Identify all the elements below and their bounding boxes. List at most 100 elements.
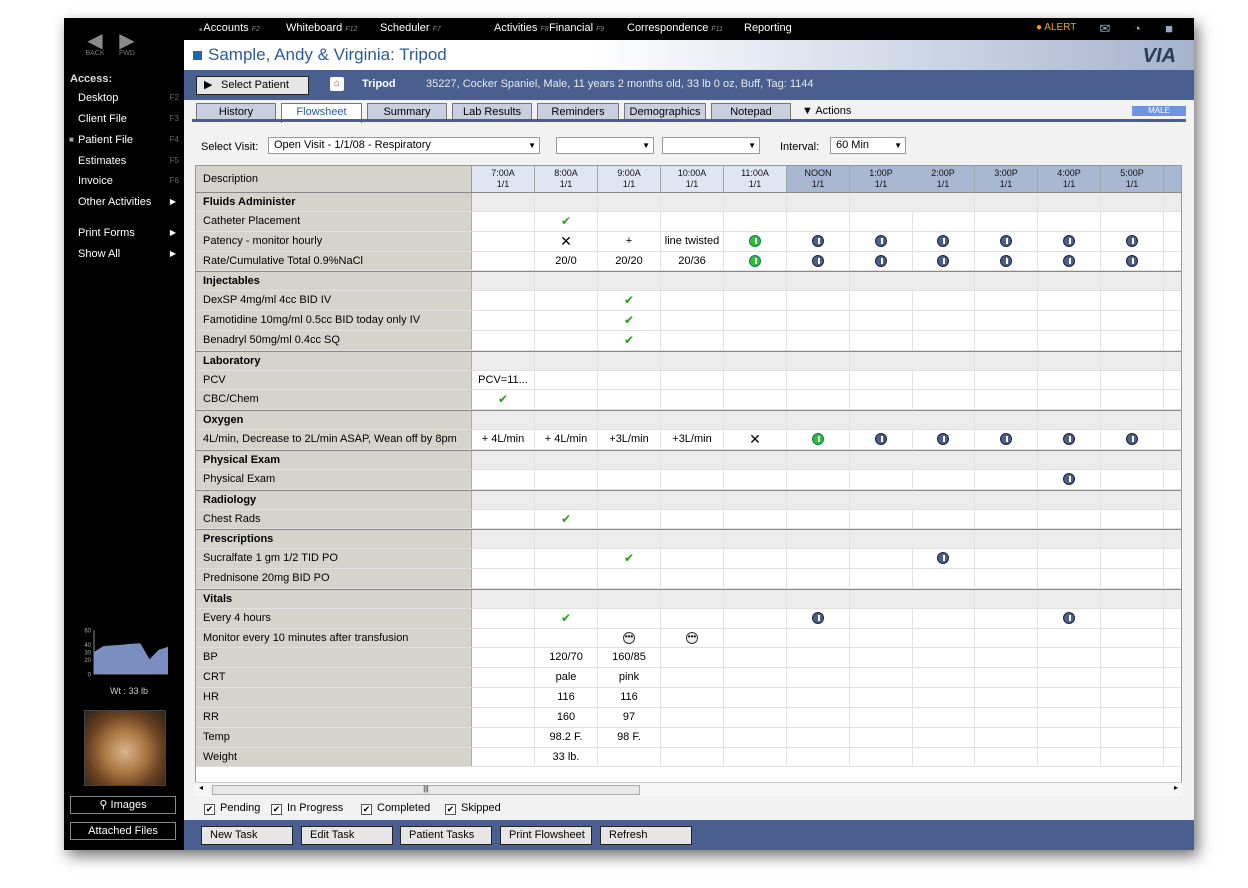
task-cell[interactable] [787, 747, 850, 767]
task-row[interactable]: 4L/min, Decrease to 2L/min ASAP, Wean of… [196, 430, 1181, 450]
task-cell[interactable]: 116 [598, 688, 661, 707]
task-cell[interactable] [1164, 688, 1181, 707]
task-cell[interactable] [1164, 569, 1181, 588]
sidebar-item-show-all[interactable]: Show All ▶ [78, 245, 182, 263]
task-cell[interactable] [975, 727, 1038, 747]
task-cell[interactable] [975, 549, 1038, 569]
task-cell[interactable] [912, 330, 975, 350]
task-cell[interactable] [912, 251, 975, 271]
task-cell[interactable] [787, 370, 850, 390]
task-cell[interactable] [1164, 708, 1181, 727]
patient-tasks-button[interactable]: Patient Tasks [400, 826, 492, 845]
menu-whiteboard[interactable]: Whiteboard F12 [286, 22, 357, 34]
task-cell[interactable] [850, 231, 913, 251]
task-cell[interactable] [1101, 211, 1164, 231]
task-cell[interactable] [472, 211, 535, 231]
task-cell[interactable]: + [598, 231, 661, 251]
task-cell[interactable] [1038, 707, 1101, 727]
task-cell[interactable] [1101, 707, 1164, 727]
task-cell[interactable] [472, 549, 535, 569]
task-cell[interactable] [787, 469, 850, 489]
task-cell[interactable] [1101, 330, 1164, 350]
task-cell[interactable] [975, 608, 1038, 628]
menu-accounts[interactable]: ■ Accounts F2 [199, 22, 260, 34]
task-cell[interactable] [912, 747, 975, 767]
sidebar-item-desktop[interactable]: Desktop F2 [78, 89, 182, 107]
task-cell[interactable]: pale [535, 668, 598, 688]
task-cell[interactable] [724, 390, 787, 410]
task-cell[interactable]: 98.2 F. [535, 727, 598, 747]
task-cell[interactable] [912, 231, 975, 251]
task-cell[interactable]: ••• [661, 628, 724, 648]
task-cell[interactable] [787, 608, 850, 628]
task-cell[interactable] [912, 390, 975, 410]
task-cell[interactable] [1038, 469, 1101, 489]
task-cell[interactable] [472, 648, 535, 668]
task-cell[interactable] [598, 469, 661, 489]
task-row[interactable]: Weight 33 lb. [196, 747, 1181, 768]
task-cell[interactable] [912, 311, 975, 330]
task-cell[interactable]: 20/36 [661, 251, 724, 271]
menu-financial[interactable]: Financial F9 [549, 22, 604, 34]
task-row[interactable]: Sucralfate 1 gm 1/2 TID PO ✔ [196, 549, 1181, 570]
task-cell[interactable] [912, 211, 975, 231]
task-cell[interactable] [1101, 370, 1164, 390]
task-cell[interactable] [1164, 668, 1181, 687]
task-cell[interactable] [1038, 330, 1101, 350]
task-cell[interactable] [1164, 728, 1181, 747]
task-cell[interactable]: ✔ [472, 390, 535, 410]
task-cell[interactable] [472, 251, 535, 271]
lock-icon[interactable]: ■ [1161, 21, 1177, 36]
task-cell[interactable] [975, 251, 1038, 271]
task-cell[interactable] [472, 291, 535, 311]
task-cell[interactable] [724, 648, 787, 668]
task-cell[interactable]: 160 [535, 707, 598, 727]
task-row[interactable]: PCV PCV=11... [196, 370, 1181, 391]
task-row[interactable]: Catheter Placement ✔ [196, 211, 1181, 232]
task-cell[interactable] [535, 311, 598, 330]
filter-select-1[interactable]: ▼ [556, 137, 654, 154]
attached-files-button[interactable]: Attached Files [70, 822, 176, 840]
task-cell[interactable] [787, 330, 850, 350]
task-cell[interactable] [598, 211, 661, 231]
task-cell[interactable]: +3L/min [598, 430, 661, 449]
legend-pending-checkbox[interactable]: ✔ Pending [204, 802, 260, 815]
task-cell[interactable] [472, 231, 535, 251]
task-cell[interactable] [472, 747, 535, 767]
task-cell[interactable] [975, 370, 1038, 390]
task-cell[interactable] [724, 608, 787, 628]
back-button[interactable]: ◀ BACK [82, 31, 108, 57]
task-cell[interactable]: ✔ [535, 211, 598, 231]
task-cell[interactable] [850, 608, 913, 628]
task-cell[interactable] [912, 469, 975, 489]
task-row[interactable]: Temp 98.2 F. 98 F. [196, 727, 1181, 748]
task-cell[interactable] [535, 469, 598, 489]
task-cell[interactable] [535, 390, 598, 410]
task-cell[interactable] [975, 509, 1038, 529]
task-cell[interactable] [975, 291, 1038, 311]
task-cell[interactable] [850, 668, 913, 688]
task-cell[interactable] [724, 231, 787, 251]
task-cell[interactable] [1164, 629, 1181, 648]
task-cell[interactable] [787, 668, 850, 688]
task-cell[interactable] [1038, 390, 1101, 410]
task-cell[interactable] [975, 330, 1038, 350]
task-cell[interactable] [912, 291, 975, 311]
task-cell[interactable] [787, 569, 850, 588]
task-cell[interactable] [661, 330, 724, 350]
task-row[interactable]: Physical Exam [196, 469, 1181, 490]
task-cell[interactable] [1038, 608, 1101, 628]
scroll-left-icon[interactable]: ◂ [199, 783, 203, 792]
task-cell[interactable] [850, 211, 913, 231]
alert-indicator[interactable]: ● ALERT [1036, 22, 1076, 33]
task-cell[interactable] [787, 291, 850, 311]
patient-home-icon[interactable]: ⌂ [330, 77, 344, 91]
task-cell[interactable] [1038, 549, 1101, 569]
task-cell[interactable] [1038, 291, 1101, 311]
task-cell[interactable]: PCV=11... [472, 370, 535, 390]
task-cell[interactable] [661, 370, 724, 390]
legend-in-progress-checkbox[interactable]: ✔ In Progress [271, 802, 343, 815]
sidebar-item-invoice[interactable]: Invoice F6 [78, 172, 182, 190]
task-cell[interactable] [975, 430, 1038, 449]
task-cell[interactable] [472, 311, 535, 330]
